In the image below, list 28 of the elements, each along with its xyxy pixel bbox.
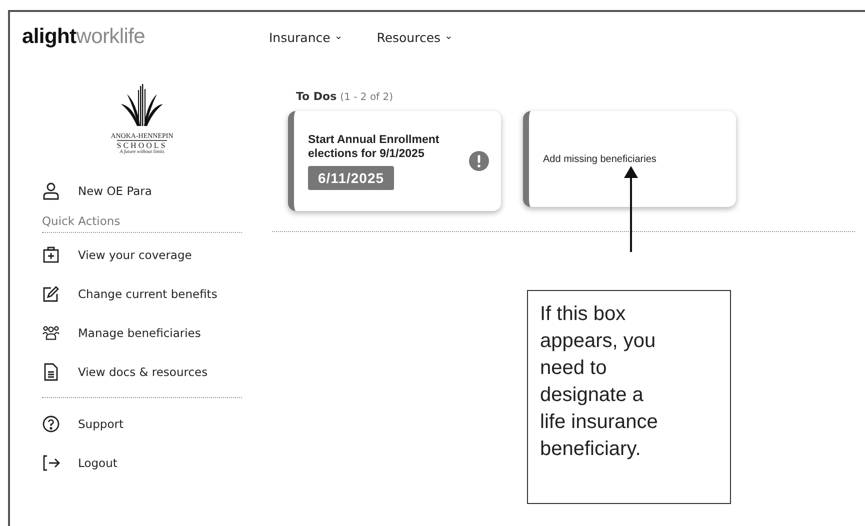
logout-icon — [42, 454, 60, 472]
alert-icon — [469, 151, 489, 171]
annotation-callout: If this box appears, you need to designate a life insurance beneficiary. — [527, 290, 731, 504]
todo-count: (1 - 2 of 2) — [340, 92, 394, 103]
todo-title: Start Annual Enrollment elections for 9/1/2025 — [308, 132, 440, 160]
edit-icon — [42, 284, 60, 302]
sidebar-link[interactable]: Support — [78, 416, 124, 430]
todo-title: Add missing beneficiaries — [543, 154, 658, 164]
todo-card[interactable]: Start Annual Enrollment elections for 9/1/2025 6/11/2025 — [288, 111, 501, 211]
school-name: SCHOOLS — [116, 140, 168, 150]
quick-action-link[interactable]: View docs & resources — [78, 364, 208, 378]
user-icon — [42, 182, 60, 200]
user-name[interactable]: New OE Para — [78, 184, 152, 198]
medical-kit-icon — [42, 246, 60, 264]
sidebar-link[interactable]: Logout — [78, 456, 118, 470]
due-date-badge: 6/11/2025 — [308, 166, 394, 190]
people-icon — [42, 324, 60, 342]
nav-menu[interactable]: Insurance $^{⌄}$ — [269, 30, 343, 44]
section-title: To Dos — [296, 90, 337, 103]
todo-card[interactable]: Add missing beneficiaries — [523, 111, 736, 207]
section-title: Quick Actions — [42, 214, 122, 228]
quick-action-link[interactable]: Change current benefits — [78, 286, 218, 300]
document-icon — [42, 362, 60, 380]
nav-menu[interactable]: Resources $^{⌄}$ — [376, 30, 453, 44]
quick-action-link[interactable]: Manage beneficiaries — [78, 326, 201, 340]
logo[interactable]: alightworklife — [22, 25, 269, 49]
quick-action-link[interactable]: View your coverage — [78, 248, 192, 262]
help-icon — [42, 414, 60, 432]
